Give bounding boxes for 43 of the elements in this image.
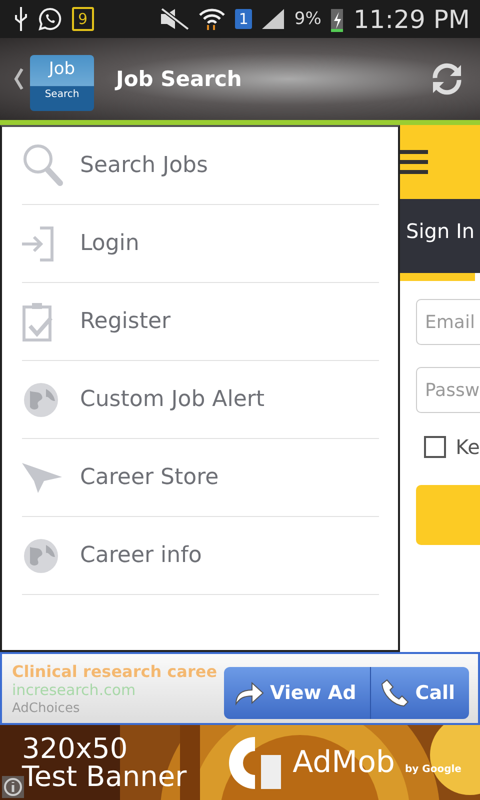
wifi-icon: [198, 7, 225, 31]
admob-logo-icon: [226, 734, 283, 790]
banner-ad[interactable]: 320x50 Test Banner AdMob by Google: [0, 725, 480, 800]
email-field[interactable]: Email: [416, 299, 480, 345]
usb-icon: [14, 7, 28, 31]
drawer-item[interactable]: Search Jobs: [22, 127, 379, 205]
back-chevron-icon[interactable]: [14, 68, 24, 90]
login-icon: [22, 226, 56, 262]
globe-icon: [22, 536, 60, 574]
globe-icon: [22, 380, 60, 418]
menu-icon[interactable]: [400, 149, 428, 175]
drawer-item[interactable]: Login: [22, 205, 379, 283]
clipboard-icon: [22, 302, 54, 342]
ad-domain: incresearch.com: [12, 680, 137, 698]
ad-action-button[interactable]: Call: [371, 666, 470, 718]
app-title: Job Search: [116, 67, 243, 91]
signal-icon: [262, 9, 284, 29]
sim-badge: 1: [234, 9, 252, 29]
drawer-item[interactable]: Custom Job Alert: [22, 361, 379, 439]
search-icon: [22, 142, 64, 188]
phone-icon: [381, 678, 410, 708]
app-logo: Job Search: [30, 55, 94, 111]
banner-size: 320x50: [22, 734, 129, 762]
battery-percent: 9%: [294, 9, 322, 29]
notification-count: 9: [72, 7, 94, 31]
paper-plane-icon: [22, 460, 62, 494]
curved-arrow-icon: [234, 680, 264, 706]
remember-label: Ke: [456, 435, 480, 459]
drawer-item[interactable]: Register: [22, 283, 379, 361]
sign-in-tab[interactable]: Sign In: [400, 199, 475, 281]
brand-name: AdMob: [292, 745, 395, 780]
chat-bubble-icon: [38, 7, 62, 31]
mute-icon: [158, 8, 189, 30]
brand-byline: by Google: [404, 764, 462, 775]
charging-battery-icon: [331, 6, 344, 32]
password-field[interactable]: Passw: [416, 367, 480, 413]
drawer-item[interactable]: Career Store: [22, 439, 379, 517]
clock: 11:29 PM: [353, 4, 470, 34]
ad-action-button[interactable]: View Ad: [224, 666, 372, 718]
banner-label: Test Banner: [22, 762, 187, 790]
remember-checkbox[interactable]: [424, 436, 446, 458]
drawer-item[interactable]: Career info: [22, 517, 379, 595]
refresh-icon[interactable]: [430, 62, 464, 96]
